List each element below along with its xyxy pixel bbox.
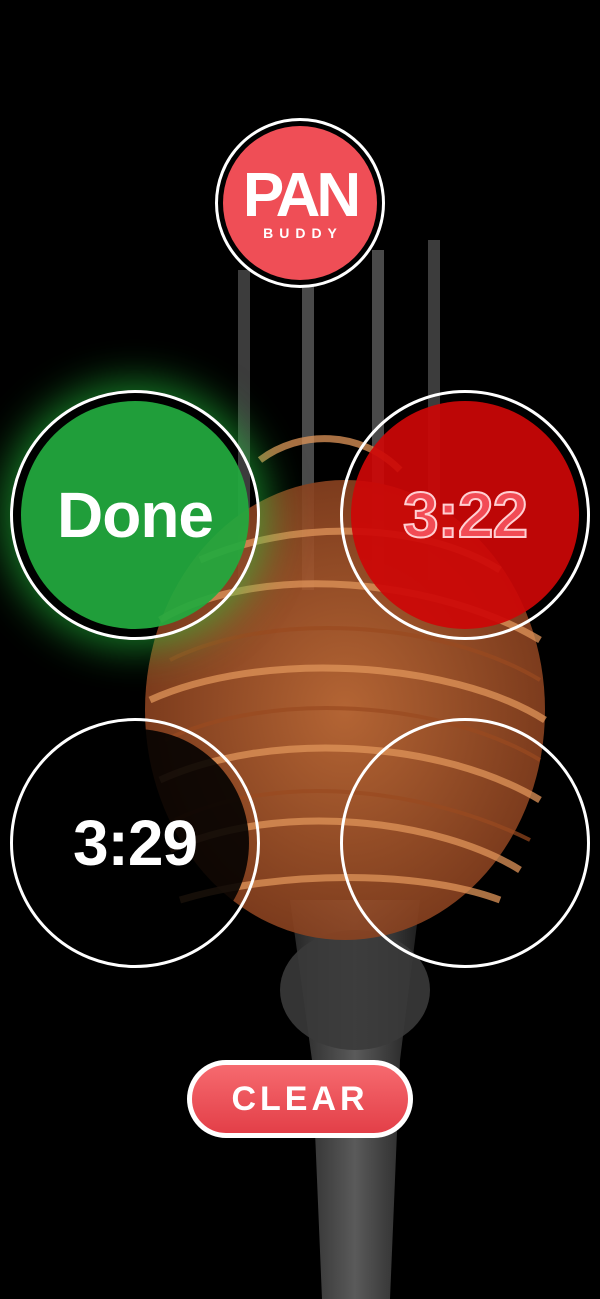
- timer-label: Done: [57, 479, 214, 551]
- logo-subtitle: BUDDY: [263, 225, 343, 241]
- timer-label: 3:29: [72, 807, 198, 879]
- timer-button-4[interactable]: [340, 718, 590, 968]
- clear-button[interactable]: CLEAR: [187, 1060, 413, 1138]
- pan-buddy-logo: PAN BUDDY: [215, 118, 385, 288]
- clear-button-label: CLEAR: [231, 1079, 369, 1118]
- logo-badge: PAN BUDDY: [223, 126, 377, 280]
- logo-title: PAN: [242, 161, 361, 230]
- timer-button-2[interactable]: 3:22: [340, 390, 590, 640]
- timer-fill: [351, 729, 579, 957]
- timer-button-1[interactable]: Done: [10, 390, 260, 640]
- timer-button-3[interactable]: 3:29: [10, 718, 260, 968]
- timer-label: 3:22: [402, 478, 529, 552]
